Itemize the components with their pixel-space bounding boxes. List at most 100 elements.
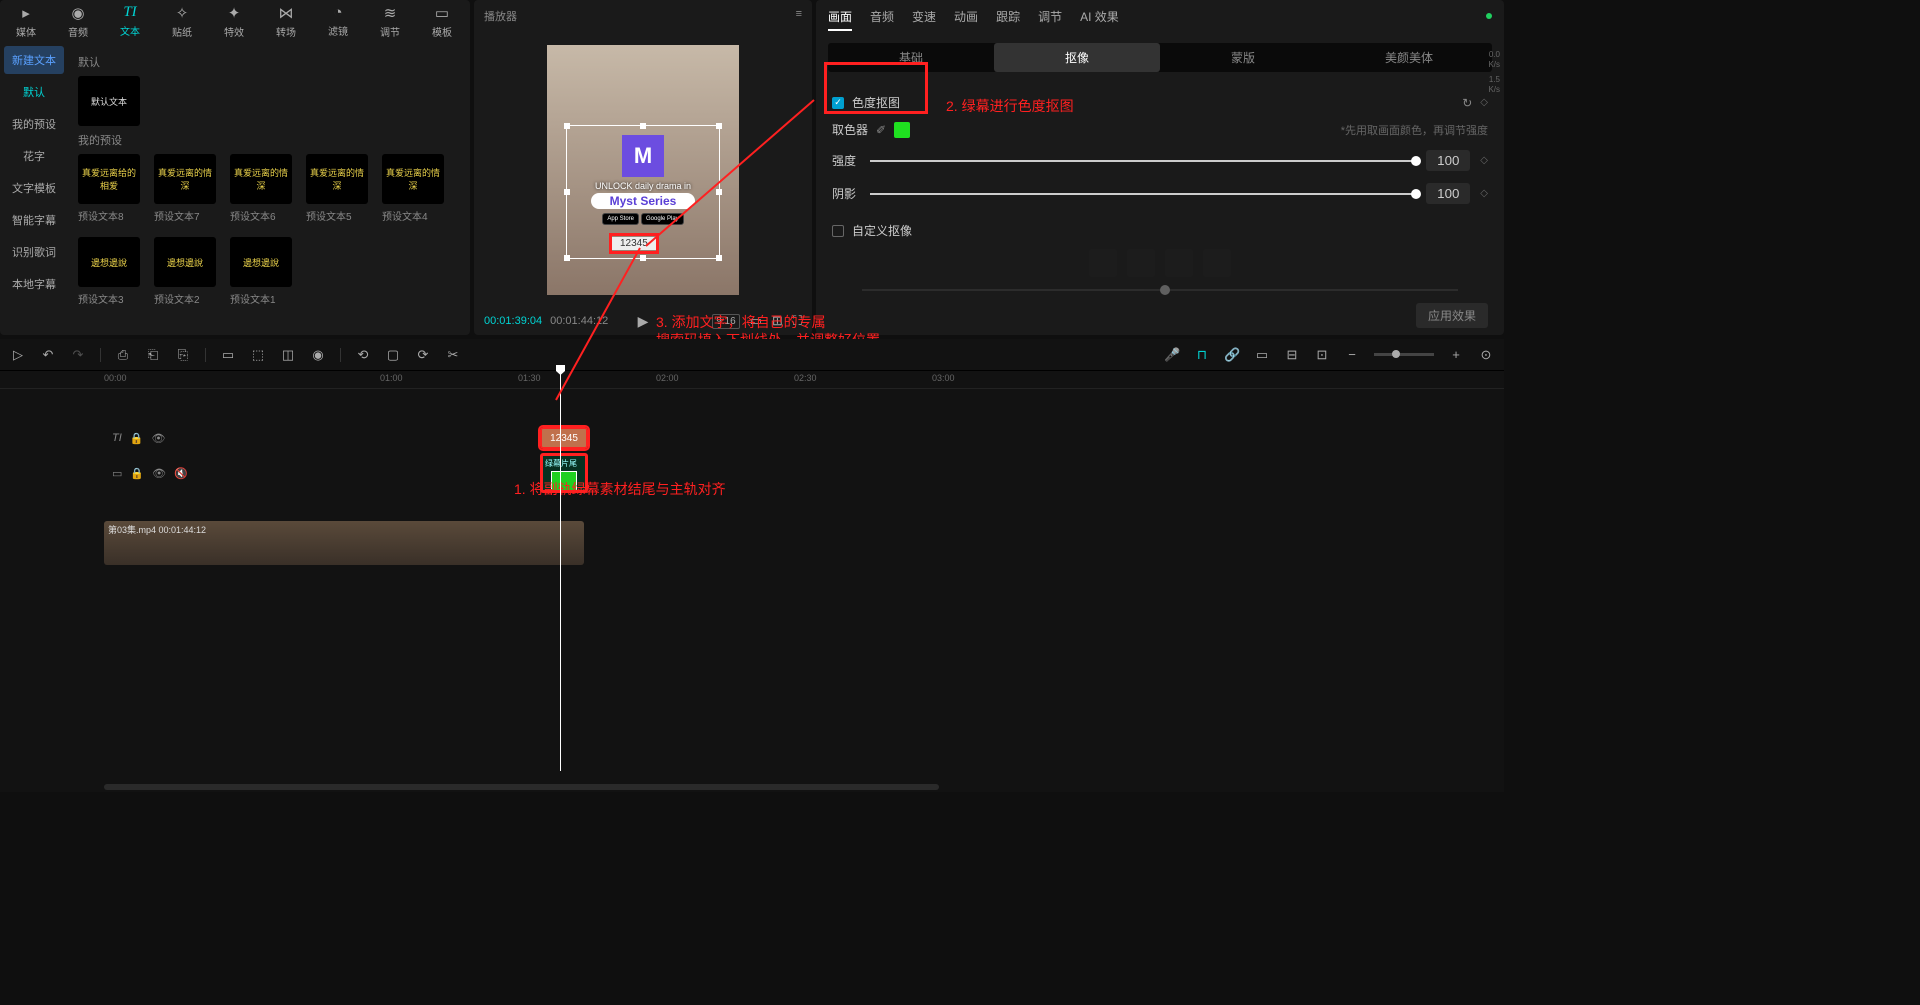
preset-item-4[interactable]: 真爱远离的情深预设文本4 — [382, 154, 444, 223]
tab-audio[interactable]: ◉音频 — [52, 4, 104, 38]
custom-matte-row: 自定义抠像 — [832, 222, 1488, 239]
crop2-tool[interactable]: ✂ — [445, 347, 461, 363]
rtab-ai[interactable]: AI 效果 — [1080, 8, 1119, 31]
time-ruler[interactable]: 00:00 01:00 01:30 02:00 02:30 03:00 — [0, 371, 1504, 389]
marker-tool[interactable]: ⊡ — [1314, 347, 1330, 363]
record-tool[interactable]: ◉ — [310, 347, 326, 363]
zoom-in-tool[interactable]: + — [1448, 347, 1464, 362]
rtab-speed[interactable]: 变速 — [912, 8, 936, 31]
annotation-2: 2. 绿幕进行色度抠图 — [946, 96, 1074, 116]
tab-sticker[interactable]: ✧贴纸 — [156, 4, 208, 38]
overlay-track[interactable]: ▭ 🔒 👁 🔇 绿幕片尾 — [104, 453, 1504, 493]
rtab-adjust[interactable]: 调节 — [1038, 8, 1062, 31]
main-video-clip[interactable]: 第03集.mp4 00:01:44:12 — [104, 521, 584, 565]
undo-tool[interactable]: ↶ — [40, 347, 56, 363]
preview-tool[interactable]: ▭ — [1254, 347, 1270, 363]
player-viewport[interactable]: M UNLOCK daily drama in Myst Series App … — [474, 32, 812, 307]
timeline-scrollbar[interactable] — [104, 784, 1496, 790]
strength-slider[interactable] — [870, 160, 1416, 162]
play-button[interactable]: ▶ — [638, 313, 649, 330]
keyframe-shadow[interactable]: ◇ — [1480, 188, 1488, 199]
split-right-tool[interactable]: ⎘ — [175, 347, 191, 363]
preset-item-6[interactable]: 邊想邊說预设文本2 — [154, 237, 216, 306]
preset-default-text[interactable]: 默认文本 — [78, 76, 140, 126]
preset-item-1[interactable]: 真爱远离的情深预设文本7 — [154, 154, 216, 223]
matte-opt-1[interactable] — [1089, 249, 1117, 277]
split-tool[interactable]: ⎙ — [115, 347, 131, 363]
rtab-track[interactable]: 跟踪 — [996, 8, 1020, 31]
tab-effect[interactable]: ✦特效 — [208, 4, 260, 38]
apply-effect-button[interactable]: 应用效果 — [1416, 303, 1488, 328]
preset-item-3[interactable]: 真爱远离的情深预设文本5 — [306, 154, 368, 223]
stab-beauty[interactable]: 美颜美体 — [1326, 43, 1492, 72]
reset-icon[interactable]: ↻ — [1462, 96, 1472, 110]
tab-adjust[interactable]: ≋调节 — [364, 4, 416, 38]
preset-label: 预设文本3 — [78, 291, 140, 306]
reverse-tool[interactable]: ⟲ — [355, 347, 371, 363]
stab-matte[interactable]: 抠像 — [994, 43, 1160, 72]
sidebar-local-caption[interactable]: 本地字幕 — [4, 270, 64, 298]
sidebar-default[interactable]: 默认 — [4, 78, 64, 106]
matte-opt-2[interactable] — [1127, 249, 1155, 277]
align-tool[interactable]: ⊟ — [1284, 347, 1300, 363]
rtab-picture[interactable]: 画面 — [828, 8, 852, 31]
mute-icon[interactable]: 🔇 — [174, 467, 188, 480]
tab-template[interactable]: ▭模板 — [416, 4, 468, 38]
zoom-out-tool[interactable]: − — [1344, 347, 1360, 362]
eye-icon[interactable]: 👁 — [151, 432, 165, 445]
lock-icon[interactable]: 🔒 — [130, 432, 144, 445]
pointer-tool[interactable]: ▷ — [10, 347, 26, 363]
trim-tool[interactable]: ▭ — [220, 347, 236, 363]
preset-label: 预设文本4 — [382, 208, 444, 223]
magnet-tool[interactable]: ⊓ — [1194, 347, 1210, 363]
mic-tool[interactable]: 🎤 — [1164, 347, 1180, 363]
keyframe-chroma[interactable]: ◇ — [1480, 97, 1488, 108]
rtab-anim[interactable]: 动画 — [954, 8, 978, 31]
playhead[interactable] — [560, 371, 561, 771]
eye-icon[interactable]: 👁 — [152, 467, 166, 480]
preset-item-2[interactable]: 真爱远离的情深预设文本6 — [230, 154, 292, 223]
text-track[interactable]: TI 🔒 👁 12345 — [104, 427, 1504, 449]
redo-tool[interactable]: ↷ — [70, 347, 86, 363]
lock-icon[interactable]: 🔒 — [130, 467, 144, 480]
preset-label: 预设文本5 — [306, 208, 368, 223]
strength-input[interactable] — [1426, 150, 1470, 171]
rotate-tool[interactable]: ⟳ — [415, 347, 431, 363]
preset-item-7[interactable]: 邊想邊說预设文本1 — [230, 237, 292, 306]
color-swatch[interactable] — [894, 122, 910, 138]
sidebar-text-template[interactable]: 文字模板 — [4, 174, 64, 202]
shadow-slider[interactable] — [870, 193, 1416, 195]
rtab-audio[interactable]: 音频 — [870, 8, 894, 31]
link-tool[interactable]: 🔗 — [1224, 347, 1240, 363]
split-left-tool[interactable]: ⎗ — [145, 347, 161, 363]
matte-opt-4[interactable] — [1203, 249, 1231, 277]
media-icon: ▸ — [22, 4, 30, 22]
tab-filter[interactable]: ◔滤镜 — [312, 4, 364, 38]
main-track[interactable]: ▭ 🔒 👁 🔇 封面 第03集.mp4 00:01:44:12 — [104, 521, 1504, 565]
zoom-fit-tool[interactable]: ⊙ — [1478, 347, 1494, 363]
eyedropper-icon[interactable]: ✐ — [876, 123, 886, 137]
delete-tool[interactable]: ⬚ — [250, 347, 266, 363]
sidebar-my-presets[interactable]: 我的预设 — [4, 110, 64, 138]
text-clip[interactable]: 12345 — [540, 427, 588, 449]
player-menu-icon[interactable]: ≡ — [796, 8, 802, 24]
sidebar-lyrics[interactable]: 识别歌词 — [4, 238, 64, 266]
code-text[interactable]: 12345 — [612, 237, 656, 250]
shadow-input[interactable] — [1426, 183, 1470, 204]
tab-media[interactable]: ▸媒体 — [0, 4, 52, 38]
sidebar-smart-caption[interactable]: 智能字幕 — [4, 206, 64, 234]
crop-tool[interactable]: ◫ — [280, 347, 296, 363]
preset-item-0[interactable]: 真爱远离给的相爱预设文本8 — [78, 154, 140, 223]
tab-transition[interactable]: ⋈转场 — [260, 4, 312, 38]
zoom-slider[interactable] — [1374, 353, 1434, 356]
custom-matte-checkbox[interactable] — [832, 225, 844, 237]
stab-mask[interactable]: 蒙版 — [1160, 43, 1326, 72]
overlay-track-icon: ▭ — [112, 467, 122, 480]
mirror-tool[interactable]: ▢ — [385, 347, 401, 363]
sidebar-fancy-text[interactable]: 花字 — [4, 142, 64, 170]
keyframe-strength[interactable]: ◇ — [1480, 155, 1488, 166]
sidebar-new-text[interactable]: 新建文本 — [4, 46, 64, 74]
preset-item-5[interactable]: 邊想邊說预设文本3 — [78, 237, 140, 306]
matte-opt-3[interactable] — [1165, 249, 1193, 277]
tab-text[interactable]: TI文本 — [104, 4, 156, 38]
